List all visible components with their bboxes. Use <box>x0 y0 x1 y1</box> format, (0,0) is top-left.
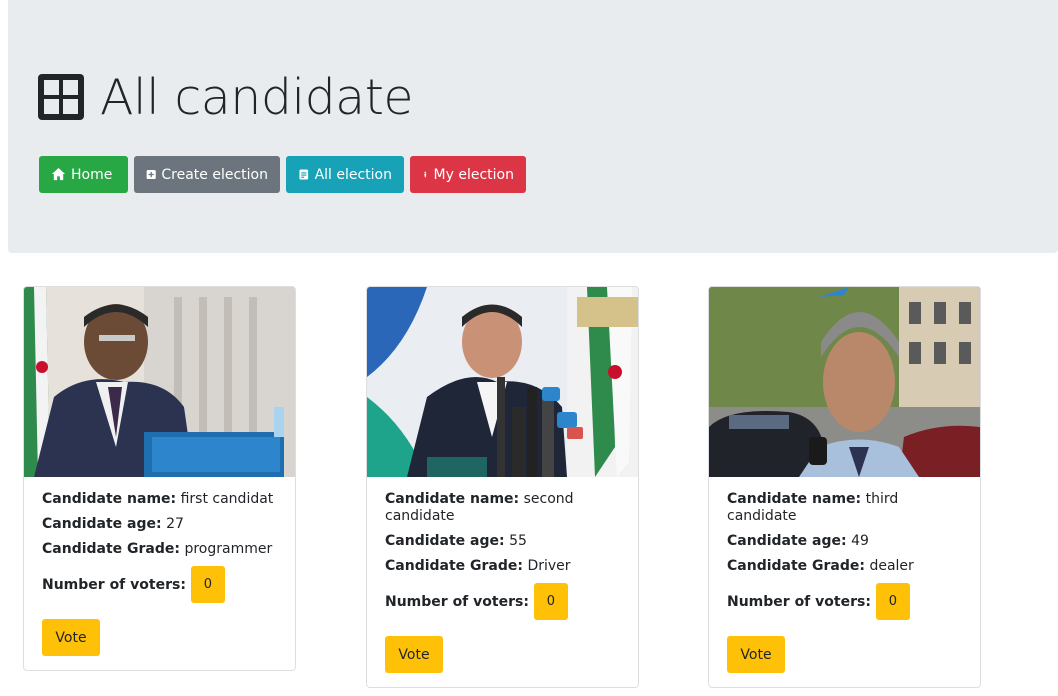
home-icon <box>51 167 66 181</box>
list-document-icon <box>299 169 309 180</box>
name-label-2: Candidate name: <box>385 491 520 507</box>
candidate-age-1: 27 <box>166 516 184 532</box>
candidate-card-3: Candidate name: third candidate Candidat… <box>708 286 981 688</box>
create-election-label: Create election <box>161 166 268 183</box>
voters-label-2: Number of voters: <box>385 593 529 610</box>
all-election-button[interactable]: All election <box>286 156 404 193</box>
vote-button-3[interactable]: Vote <box>727 636 785 673</box>
my-election-label: My election <box>433 166 514 183</box>
grid-icon <box>38 74 84 120</box>
candidate-age-3: 49 <box>851 533 869 549</box>
my-election-button[interactable]: My election <box>410 156 526 193</box>
age-label-3: Candidate age: <box>727 533 847 549</box>
vote-button-2[interactable]: Vote <box>385 636 443 673</box>
home-button-label: Home <box>71 166 113 183</box>
grade-label-1: Candidate Grade: <box>42 541 180 557</box>
candidate-grade-1: programmer <box>184 541 273 557</box>
name-label-1: Candidate name: <box>42 491 177 507</box>
candidate-photo-3 <box>709 287 980 477</box>
candidate-photo-1 <box>24 287 295 477</box>
candidate-card-2: Candidate name: second candidate Candida… <box>366 286 639 688</box>
candidate-age-2: 55 <box>509 533 527 549</box>
vote-button-1[interactable]: Vote <box>42 619 100 656</box>
person-icon <box>424 171 427 178</box>
candidate-card-1: Candidate name: first candidat Candidate… <box>23 286 296 671</box>
candidate-photo-2 <box>367 287 638 477</box>
plus-square-icon <box>146 169 156 180</box>
voter-count-badge-2: 0 <box>533 583 568 620</box>
candidate-grade-3: dealer <box>869 558 914 574</box>
grade-label-2: Candidate Grade: <box>385 558 523 574</box>
candidate-name-1: first candidat <box>180 491 274 507</box>
all-election-label: All election <box>314 166 392 183</box>
voter-count-badge-1: 0 <box>190 566 225 603</box>
age-label-1: Candidate age: <box>42 516 162 532</box>
nav-buttons: Home Create election All election My ele… <box>39 156 526 193</box>
name-label-3: Candidate name: <box>727 491 862 507</box>
voter-count-badge-3: 0 <box>875 583 910 620</box>
age-label-2: Candidate age: <box>385 533 505 549</box>
grade-label-3: Candidate Grade: <box>727 558 865 574</box>
candidate-grade-2: Driver <box>527 558 571 574</box>
page-title: All candidate <box>38 64 414 130</box>
page-title-text: All candidate <box>100 68 414 126</box>
voters-label-3: Number of voters: <box>727 593 871 610</box>
voters-label-1: Number of voters: <box>42 576 186 593</box>
home-button[interactable]: Home <box>39 156 128 193</box>
create-election-button[interactable]: Create election <box>134 156 280 193</box>
